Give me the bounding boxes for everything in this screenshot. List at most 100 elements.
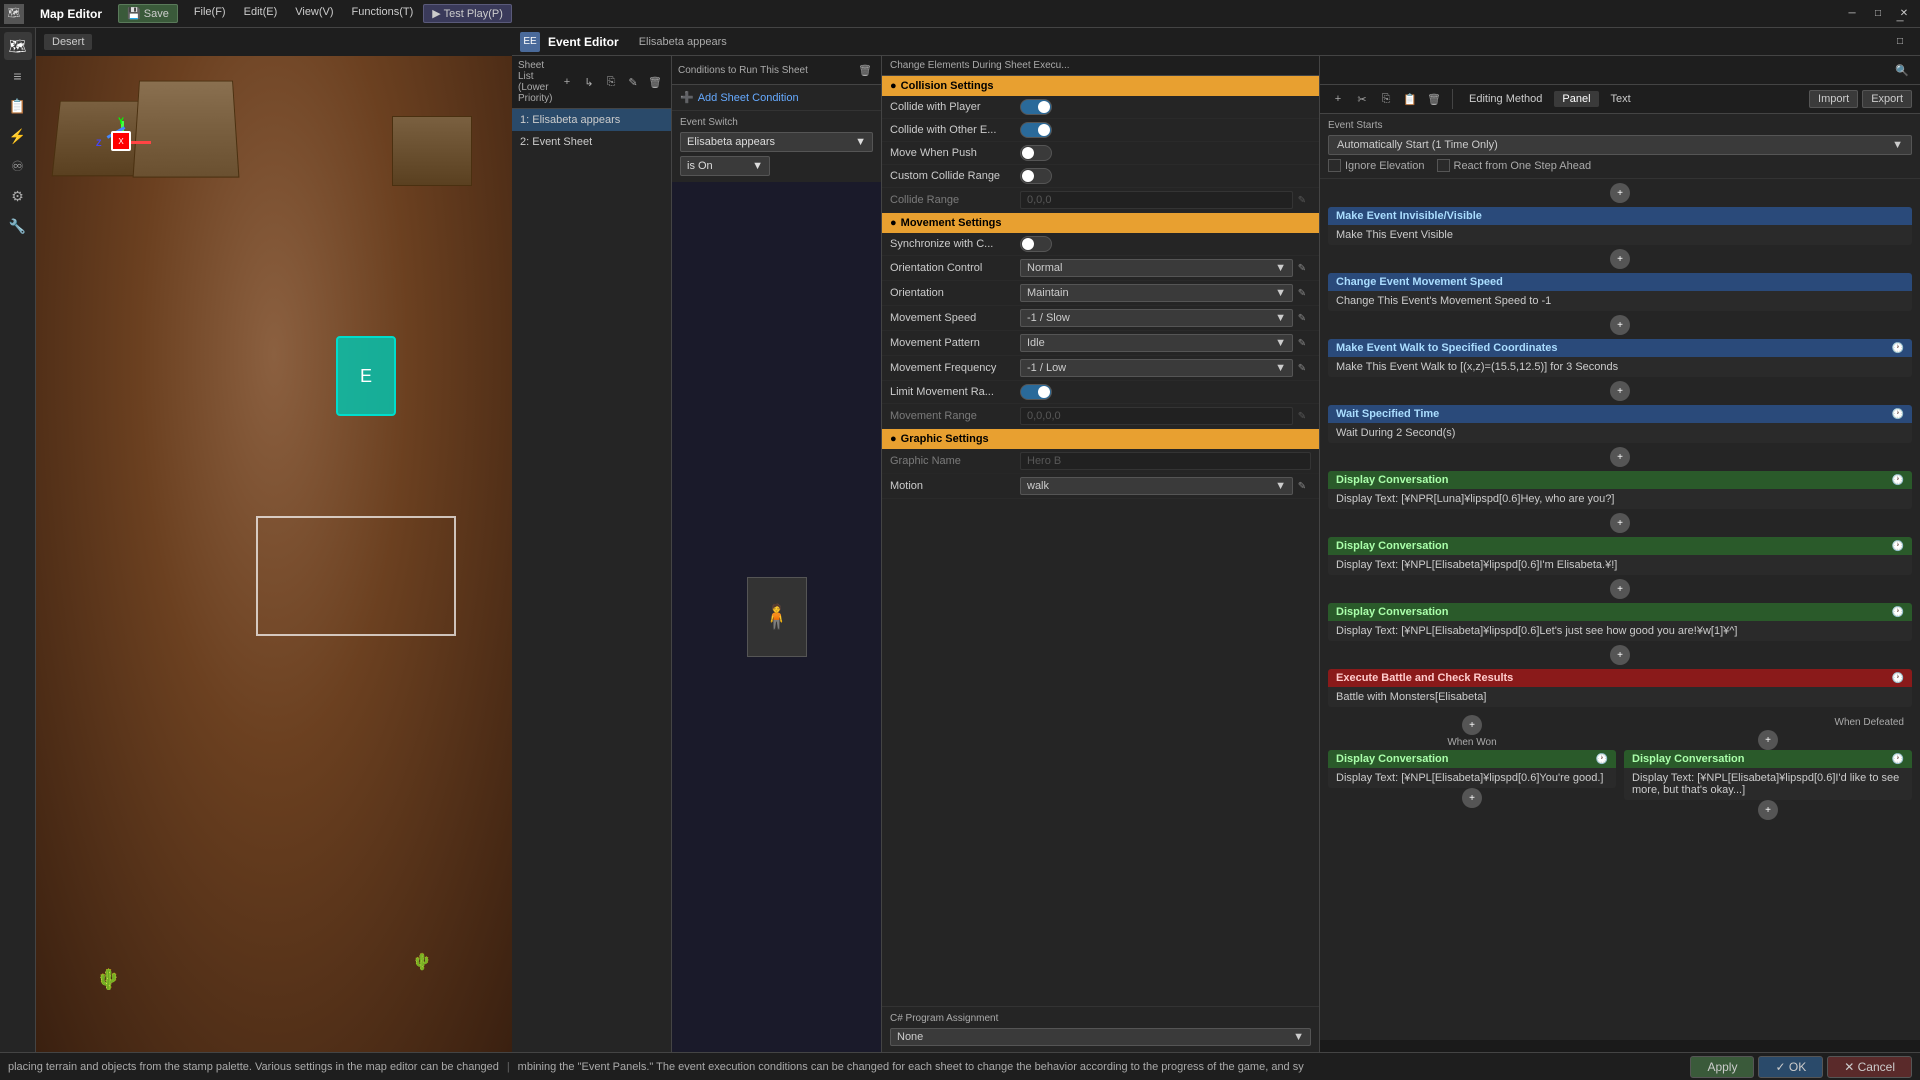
graphic-section-header[interactable]: ● Graphic Settings [882,429,1319,449]
event-switch-dropdown[interactable]: Elisabeta appears ▼ [680,132,873,152]
add-cmd-circle-0[interactable]: + [1610,183,1630,203]
cmd-add-btn[interactable]: + [1328,89,1348,109]
motion-label: Motion [890,480,1020,492]
ok-check-icon: ✓ [1775,1060,1785,1074]
add-cmd-circle-4[interactable]: + [1610,447,1630,467]
horizontal-scrollbar[interactable] [1320,1040,1920,1052]
menu-edit[interactable]: Edit(E) [236,4,286,23]
add-sheet-btn[interactable]: + [557,72,577,92]
edit-sheet-btn[interactable]: ✎ [623,72,643,92]
cmd-scissor-btn[interactable]: ✂ [1352,89,1372,109]
orientation-dropdown[interactable]: Maintain ▼ [1020,284,1293,302]
collide-player-toggle[interactable] [1020,99,1052,115]
cmd-c1-header[interactable]: Display Conversation 🕐 [1328,471,1912,489]
add-cmd-circle-2[interactable]: + [1610,315,1630,335]
cancel-button[interactable]: ✕ Cancel [1827,1056,1912,1078]
panel-tab[interactable]: Panel [1554,91,1598,107]
event-editor-minimize[interactable]: ─ [1888,12,1912,32]
movement-pattern-dropdown[interactable]: Idle ▼ [1020,334,1293,352]
cmd-iv-header[interactable]: Make Event Invisible/Visible [1328,207,1912,225]
menu-functions[interactable]: Functions(T) [344,4,422,23]
mr-edit-icon[interactable]: ✎ [1293,407,1311,425]
add-cmd-circle-6[interactable]: + [1610,579,1630,599]
sync-toggle[interactable] [1020,236,1052,252]
toolbar-tools-icon[interactable]: 🔧 [4,212,32,240]
delete-condition-btn[interactable]: 🗑 [855,60,875,80]
react-one-step-checkbox[interactable]: React from One Step Ahead [1437,159,1592,172]
add-cmd-circle-1[interactable]: + [1610,249,1630,269]
maximize-button[interactable]: □ [1866,4,1890,24]
motion-dropdown[interactable]: walk ▼ [1020,477,1293,495]
save-button[interactable]: 💾 Save [118,4,178,23]
cmd-wc-header[interactable]: Make Event Walk to Specified Coordinates… [1328,339,1912,357]
cmd-won-header[interactable]: Display Conversation 🕐 [1328,750,1616,768]
map-view: Desert E X Y Z 🌵 🌵 [36,28,512,1052]
menu-view[interactable]: View(V) [287,4,341,23]
add-cmd-circle-3[interactable]: + [1610,381,1630,401]
custom-collide-toggle[interactable] [1020,168,1052,184]
program-dropdown[interactable]: None ▼ [890,1028,1311,1046]
sheet-item-1[interactable]: 1: Elisabeta appears [512,109,671,131]
mf-edit-icon[interactable]: ✎ [1293,359,1311,377]
collide-range-edit-icon[interactable]: ✎ [1293,191,1311,209]
menu-file[interactable]: File(F) [186,4,234,23]
add-cmd-circle-5[interactable]: + [1610,513,1630,533]
move-when-push-toggle[interactable] [1020,145,1052,161]
movement-section-header[interactable]: ● Movement Settings [882,213,1319,233]
clock-icon-won: 🕐 [1596,754,1608,765]
text-tab[interactable]: Text [1603,91,1639,107]
connector-3: + [1328,381,1912,401]
after-defeated-circle[interactable]: + [1758,800,1778,820]
sheet-item-2[interactable]: 2: Event Sheet [512,131,671,153]
cmd-c2-header[interactable]: Display Conversation 🕐 [1328,537,1912,555]
minimize-button[interactable]: ─ [1840,4,1864,24]
o-edit-icon[interactable]: ✎ [1293,284,1311,302]
oc-edit-icon[interactable]: ✎ [1293,259,1311,277]
cmd-defeated-header[interactable]: Display Conversation 🕐 [1624,750,1912,768]
map-3d-scene[interactable]: E X Y Z 🌵 🌵 [36,56,512,1052]
toolbar-common-icon[interactable]: ♾ [4,152,32,180]
collision-section-header[interactable]: ● Collision Settings [882,76,1319,96]
cmd-copy-btn[interactable]: ⎘ [1376,89,1396,109]
ignore-elevation-checkbox[interactable]: Ignore Elevation [1328,159,1425,172]
add-cmd-circle-7[interactable]: + [1610,645,1630,665]
cmd-battle-header[interactable]: Execute Battle and Check Results 🕐 [1328,669,1912,687]
import-button[interactable]: Import [1809,90,1858,108]
mp-edit-icon[interactable]: ✎ [1293,334,1311,352]
orientation-control-dropdown[interactable]: Normal ▼ [1020,259,1293,277]
search-icon[interactable]: 🔍 [1892,60,1912,80]
command-panel: 🔍 + ✂ ⎘ 📋 🗑 Editing Method Panel Text Im… [1320,56,1920,1052]
insert-sheet-btn[interactable]: ↳ [579,72,599,92]
elements-panel: Change Elements During Sheet Execu... ● … [882,56,1320,1052]
movement-speed-value: -1 / Slow ▼ ✎ [1020,309,1311,327]
copy-sheet-btn[interactable]: ⎘ [601,72,621,92]
motion-edit-icon[interactable]: ✎ [1293,477,1311,495]
apply-button[interactable]: Apply [1690,1056,1754,1078]
when-defeated-circle[interactable]: + [1758,730,1778,750]
event-editor-maximize[interactable]: □ [1888,32,1912,52]
when-won-circle[interactable]: + [1462,715,1482,735]
auto-start-dropdown[interactable]: Automatically Start (1 Time Only) ▼ [1328,135,1912,155]
cmd-delete-btn[interactable]: 🗑 [1424,89,1444,109]
test-play-button[interactable]: ▶ Test Play(P) [423,4,512,23]
cmd-wt-header[interactable]: Wait Specified Time 🕐 [1328,405,1912,423]
ms-edit-icon[interactable]: ✎ [1293,309,1311,327]
toolbar-events-icon[interactable]: ⚡ [4,122,32,150]
toolbar-map-icon[interactable]: 🗺 [4,32,32,60]
delete-sheet-btn[interactable]: 🗑 [645,72,665,92]
collide-other-toggle[interactable] [1020,122,1052,138]
export-button[interactable]: Export [1862,90,1912,108]
movement-speed-dropdown[interactable]: -1 / Slow ▼ [1020,309,1293,327]
add-condition-button[interactable]: ➕ Add Sheet Condition [672,85,881,111]
cmd-ms-header[interactable]: Change Event Movement Speed [1328,273,1912,291]
ok-button[interactable]: ✓ OK [1758,1056,1823,1078]
cmd-c3-header[interactable]: Display Conversation 🕐 [1328,603,1912,621]
toolbar-settings-icon[interactable]: ⚙ [4,182,32,210]
toolbar-placed-icon[interactable]: 📋 [4,92,32,120]
movement-freq-dropdown[interactable]: -1 / Low ▼ [1020,359,1293,377]
cmd-paste-btn[interactable]: 📋 [1400,89,1420,109]
condition-dropdown[interactable]: is On ▼ [680,156,770,176]
limit-movement-toggle[interactable] [1020,384,1052,400]
toolbar-layers-icon[interactable]: ≡ [4,62,32,90]
after-won-circle[interactable]: + [1462,788,1482,808]
